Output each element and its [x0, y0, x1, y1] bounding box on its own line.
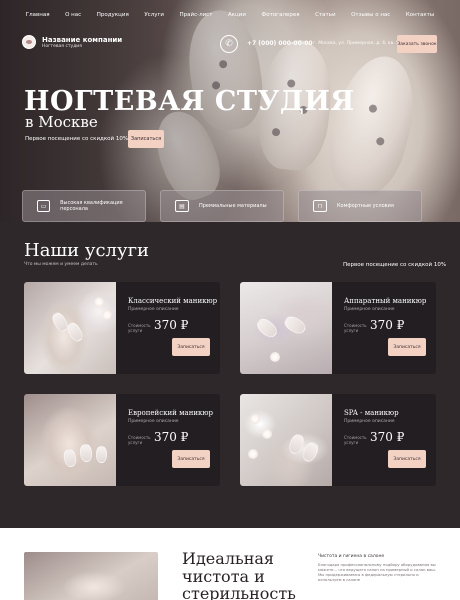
service-signup-button[interactable]: Записаться: [172, 450, 210, 468]
services-subtitle: Что мы можем и умеем делать: [24, 262, 98, 267]
cleanliness-text: Благодаря профессиональному подбору обор…: [318, 562, 436, 583]
nav-item-services[interactable]: Услуги: [144, 12, 164, 18]
service-price: 370 ₽: [370, 318, 405, 332]
logo-icon: [22, 35, 36, 49]
service-name: Аппаратный маникюр: [344, 297, 427, 305]
brand-subtitle: Ногтевая студия: [42, 43, 82, 49]
service-price: 370 ₽: [154, 430, 189, 444]
nav-item-reviews[interactable]: Отзывы о нас: [351, 12, 390, 18]
nav-item-home[interactable]: Главная: [26, 12, 50, 18]
certificate-icon: ▭: [37, 200, 51, 212]
brand-name: Название компании: [42, 35, 123, 44]
service-photo: [24, 282, 116, 374]
service-desc: Примерное описание: [128, 307, 179, 312]
armchair-icon: ⊓: [313, 200, 327, 212]
service-card-hardware: Аппаратный маникюр Примерное описание Ст…: [240, 282, 436, 374]
service-photo: [240, 282, 332, 374]
service-photo: [240, 394, 332, 486]
service-signup-button[interactable]: Записаться: [388, 450, 426, 468]
address: г. Москва, ул. Примерная, д. 4, кв. 5: [313, 41, 399, 46]
cosmetics-icon: ▤: [175, 200, 189, 212]
nav-item-contacts[interactable]: Контакты: [406, 12, 434, 18]
feature-comfort: ⊓ Комфортные условия: [298, 190, 422, 222]
service-desc: Примерное описание: [128, 419, 179, 424]
hero-offer: Первое посещение со скидкой 10%: [25, 136, 129, 142]
hero-banner: Главная О нас Продукция Услуги Прайс-лис…: [0, 0, 460, 222]
hero-title: НОГТЕВАЯ СТУДИЯ: [24, 86, 355, 117]
phone-number[interactable]: +7 (000) 000-00-00: [247, 40, 313, 47]
phone-icon[interactable]: ✆: [220, 35, 238, 53]
nav-item-price-list[interactable]: Прайс-лист: [180, 12, 213, 18]
nav-item-gallery[interactable]: Фотогалерея: [262, 12, 300, 18]
hero-signup-button[interactable]: Записаться: [128, 130, 164, 148]
feature-materials: ▤ Премиальные материалы: [160, 190, 284, 222]
feature-qualification: ▭ Высокая квалификация персонала: [22, 190, 146, 222]
service-card-spa: SPA - маникюр Примерное описание Стоимос…: [240, 394, 436, 486]
brand[interactable]: Название компании Ногтевая студия: [22, 35, 122, 49]
service-signup-button[interactable]: Записаться: [388, 338, 426, 356]
service-name: Классический маникюр: [128, 297, 218, 305]
service-price: 370 ₽: [154, 318, 189, 332]
nav-item-articles[interactable]: Статьи: [315, 12, 335, 18]
hero-subtitle: в Москве: [25, 113, 98, 131]
services-title: Наши услуги: [24, 240, 150, 261]
service-photo: [24, 394, 116, 486]
service-name: SPA - маникюр: [344, 409, 399, 417]
service-card-classic: Классический маникюр Примерное описание …: [24, 282, 220, 374]
services-promo: Первое посещение со скидкой 10%: [343, 262, 447, 268]
call-request-button[interactable]: Заказать звонок: [397, 35, 437, 53]
cleanliness-photo: [24, 552, 158, 600]
service-desc: Примерное описание: [344, 419, 395, 424]
service-desc: Примерное описание: [344, 307, 395, 312]
service-price: 370 ₽: [370, 430, 405, 444]
top-navigation: Главная О нас Продукция Услуги Прайс-лис…: [0, 12, 460, 18]
cleanliness-subtitle: Чистота и гигиена в салоне: [318, 554, 385, 559]
service-signup-button[interactable]: Записаться: [172, 338, 210, 356]
cleanliness-section: Идеальная чистота и стерильность Чистота…: [0, 528, 460, 600]
cleanliness-title: Идеальная чистота и стерильность: [182, 549, 296, 600]
service-name: Европейский маникюр: [128, 409, 213, 417]
nav-item-about[interactable]: О нас: [65, 12, 81, 18]
nav-item-promotions[interactable]: Акции: [228, 12, 246, 18]
nav-item-products[interactable]: Продукция: [97, 12, 129, 18]
service-card-european: Европейский маникюр Примерное описание С…: [24, 394, 220, 486]
